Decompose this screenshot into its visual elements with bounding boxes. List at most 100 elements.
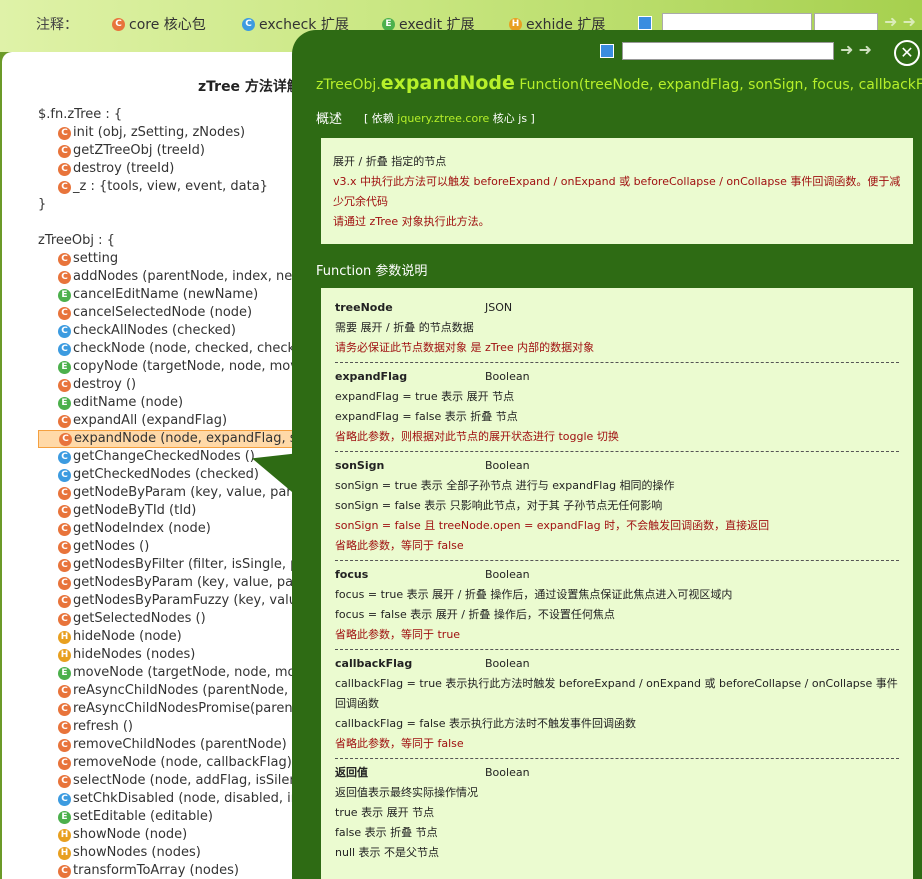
nav-arrows-icon[interactable]: ➜ ➜ [884,12,916,31]
api-method-item[interactable]: HshowNodes (nodes) [38,844,302,862]
param-description: sonSign = false 且 treeNode.open = expand… [335,519,770,532]
api-method-item[interactable]: EsetEditable (editable) [38,808,302,826]
api-method-item[interactable]: EcancelEditName (newName) [38,286,302,304]
api-item-label: getCheckedNodes (checked) [73,467,259,482]
exedit-icon: E [58,810,71,824]
param-description: true 表示 展开 节点 [335,806,435,819]
search-input-secondary[interactable] [814,13,878,31]
exhide-icon: H [509,17,522,31]
legend-label: 注释： [36,17,78,33]
core-icon: C [112,17,125,31]
nav-arrows-icon[interactable]: ➜ ➜ [840,40,872,59]
api-method-item[interactable]: CsetChkDisabled (node, disabled, inherit [38,790,302,808]
param-description: 省略此参数，则根据对此节点的展开状态进行 toggle 切换 [335,430,619,443]
api-group-line: zTreeObj : { [38,232,302,250]
api-method-item[interactable]: CreAsyncChildNodes (parentNode, reloadT [38,682,302,700]
param-description: 请务必保证此节点数据对象 是 zTree 内部的数据对象 [335,341,595,354]
param-type: JSON [485,301,513,314]
api-method-item[interactable]: CcancelSelectedNode (node) [38,304,302,322]
core-icon: C [58,270,71,284]
api-method-item[interactable]: CgetNodesByParamFuzzy (key, value, par [38,592,302,610]
api-item-label: destroy (treeId) [73,161,175,176]
api-item-label: _z : {tools, view, event, data} [73,179,268,194]
param-type: Boolean [485,657,530,670]
param-name: treeNode [335,301,393,314]
overview-label: 概述 [316,112,343,127]
search-icon[interactable] [600,44,614,58]
api-method-item[interactable]: C _z : {tools, view, event, data} [38,178,302,196]
api-item-label: destroy () [73,377,137,392]
param-type: Boolean [485,766,530,779]
api-method-item[interactable]: CgetZTreeObj (treeId) [38,142,302,160]
api-method-item[interactable]: CremoveChildNodes (parentNode) [38,736,302,754]
core-icon: C [58,144,71,158]
api-method-item[interactable]: CgetNodeIndex (node) [38,520,302,538]
param-type: Boolean [485,459,530,472]
api-item-label: setting [73,251,119,266]
api-item-label: init (obj, zSetting, zNodes) [73,125,246,140]
param-description: focus = true 表示 展开 / 折叠 操作后，通过设置焦点保证此焦点进… [335,588,733,601]
core-icon: C [58,126,71,140]
api-method-item[interactable]: CgetNodesByParam (key, value, parentNo [38,574,302,592]
core-icon: C [58,522,71,536]
api-item-label: setChkDisabled (node, disabled, inherit [73,791,302,806]
api-item-label: reAsyncChildNodes (parentNode, reloadT [73,683,302,698]
api-method-item[interactable]: CtransformToArray (nodes) [38,862,302,879]
api-method-item[interactable]: CgetNodeByTId (tId) [38,502,302,520]
exedit-icon: E [58,396,71,410]
api-method-item[interactable]: CcheckAllNodes (checked) [38,322,302,340]
core-icon: C [58,702,71,716]
core-icon: C [58,774,71,788]
api-group-line: $.fn.zTree : { [38,106,302,124]
api-item-label: reAsyncChildNodesPromise(parentNode [73,701,302,716]
api-method-item[interactable]: EcopyNode (targetNode, node, moveTyp [38,358,302,376]
api-method-item[interactable]: CexpandAll (expandFlag) [38,412,302,430]
param-name: 返回值 [335,766,368,779]
core-icon: C [58,576,71,590]
param-block: callbackFlag Boolean callbackFlag = true 表… [335,650,899,759]
param-description: false 表示 折叠 节点 [335,826,438,839]
api-method-item[interactable]: EmoveNode (targetNode, node, moveTyp [38,664,302,682]
excheck-icon: C [58,450,71,464]
api-method-item[interactable]: Cdestroy () [38,376,302,394]
search-icon[interactable] [638,16,652,30]
api-method-item[interactable]: CcheckNode (node, checked, checkTypeFl [38,340,302,358]
core-icon: C [58,414,71,428]
param-description: 返回值表示最终实际操作情况 [335,786,478,799]
param-block: expandFlag Boolean expandFlag = true 表示 展开… [335,363,899,452]
api-method-item[interactable]: CreAsyncChildNodesPromise(parentNode [38,700,302,718]
api-method-item[interactable]: EeditName (node) [38,394,302,412]
api-method-item[interactable]: Cdestroy (treeId) [38,160,302,178]
excheck-icon: C [242,17,255,31]
params-title: Function 参数说明 [316,264,428,279]
param-name: callbackFlag [335,657,413,670]
api-item-label: showNodes (nodes) [73,845,201,860]
core-icon: C [58,504,71,518]
param-description: expandFlag = true 表示 展开 节点 [335,390,515,403]
api-method-item[interactable]: CaddNodes (parentNode, index, newNodes [38,268,302,286]
api-method-item[interactable]: CgetNodes () [38,538,302,556]
api-method-item[interactable]: CgetNodesByFilter (filter, isSingle, par… [38,556,302,574]
close-button[interactable]: ✕ [894,40,920,66]
api-method-item[interactable]: Csetting [38,250,302,268]
api-group-line: } [38,196,302,214]
api-item-label: hideNodes (nodes) [73,647,196,662]
detail-search-input[interactable] [622,42,834,60]
api-method-item[interactable]: CselectNode (node, addFlag, isSilent) [38,772,302,790]
param-description: expandFlag = false 表示 折叠 节点 [335,410,518,423]
param-block: 返回值 Boolean 返回值表示最终实际操作情况 true 表示 展开 节点 fals… [335,759,899,867]
api-method-item[interactable]: CgetSelectedNodes () [38,610,302,628]
api-method-item[interactable]: Crefresh () [38,718,302,736]
api-method-item[interactable]: HshowNode (node) [38,826,302,844]
api-method-item[interactable]: HhideNode (node) [38,628,302,646]
core-icon: C [58,162,71,176]
api-method-item[interactable]: CremoveNode (node, callbackFlag) [38,754,302,772]
search-input[interactable] [662,13,812,31]
api-method-item[interactable]: Cinit (obj, zSetting, zNodes) [38,124,302,142]
param-description: 省略此参数，等同于 true [335,628,461,641]
api-method-item[interactable]: CgetNodeByParam (key, value, parent [38,484,302,502]
core-icon: C [58,558,71,572]
core-icon: C [58,306,71,320]
method-detail-panel: ➜ ➜ ✕ zTreeObj.expandNode Function(treeN… [292,30,922,879]
api-method-item[interactable]: HhideNodes (nodes) [38,646,302,664]
